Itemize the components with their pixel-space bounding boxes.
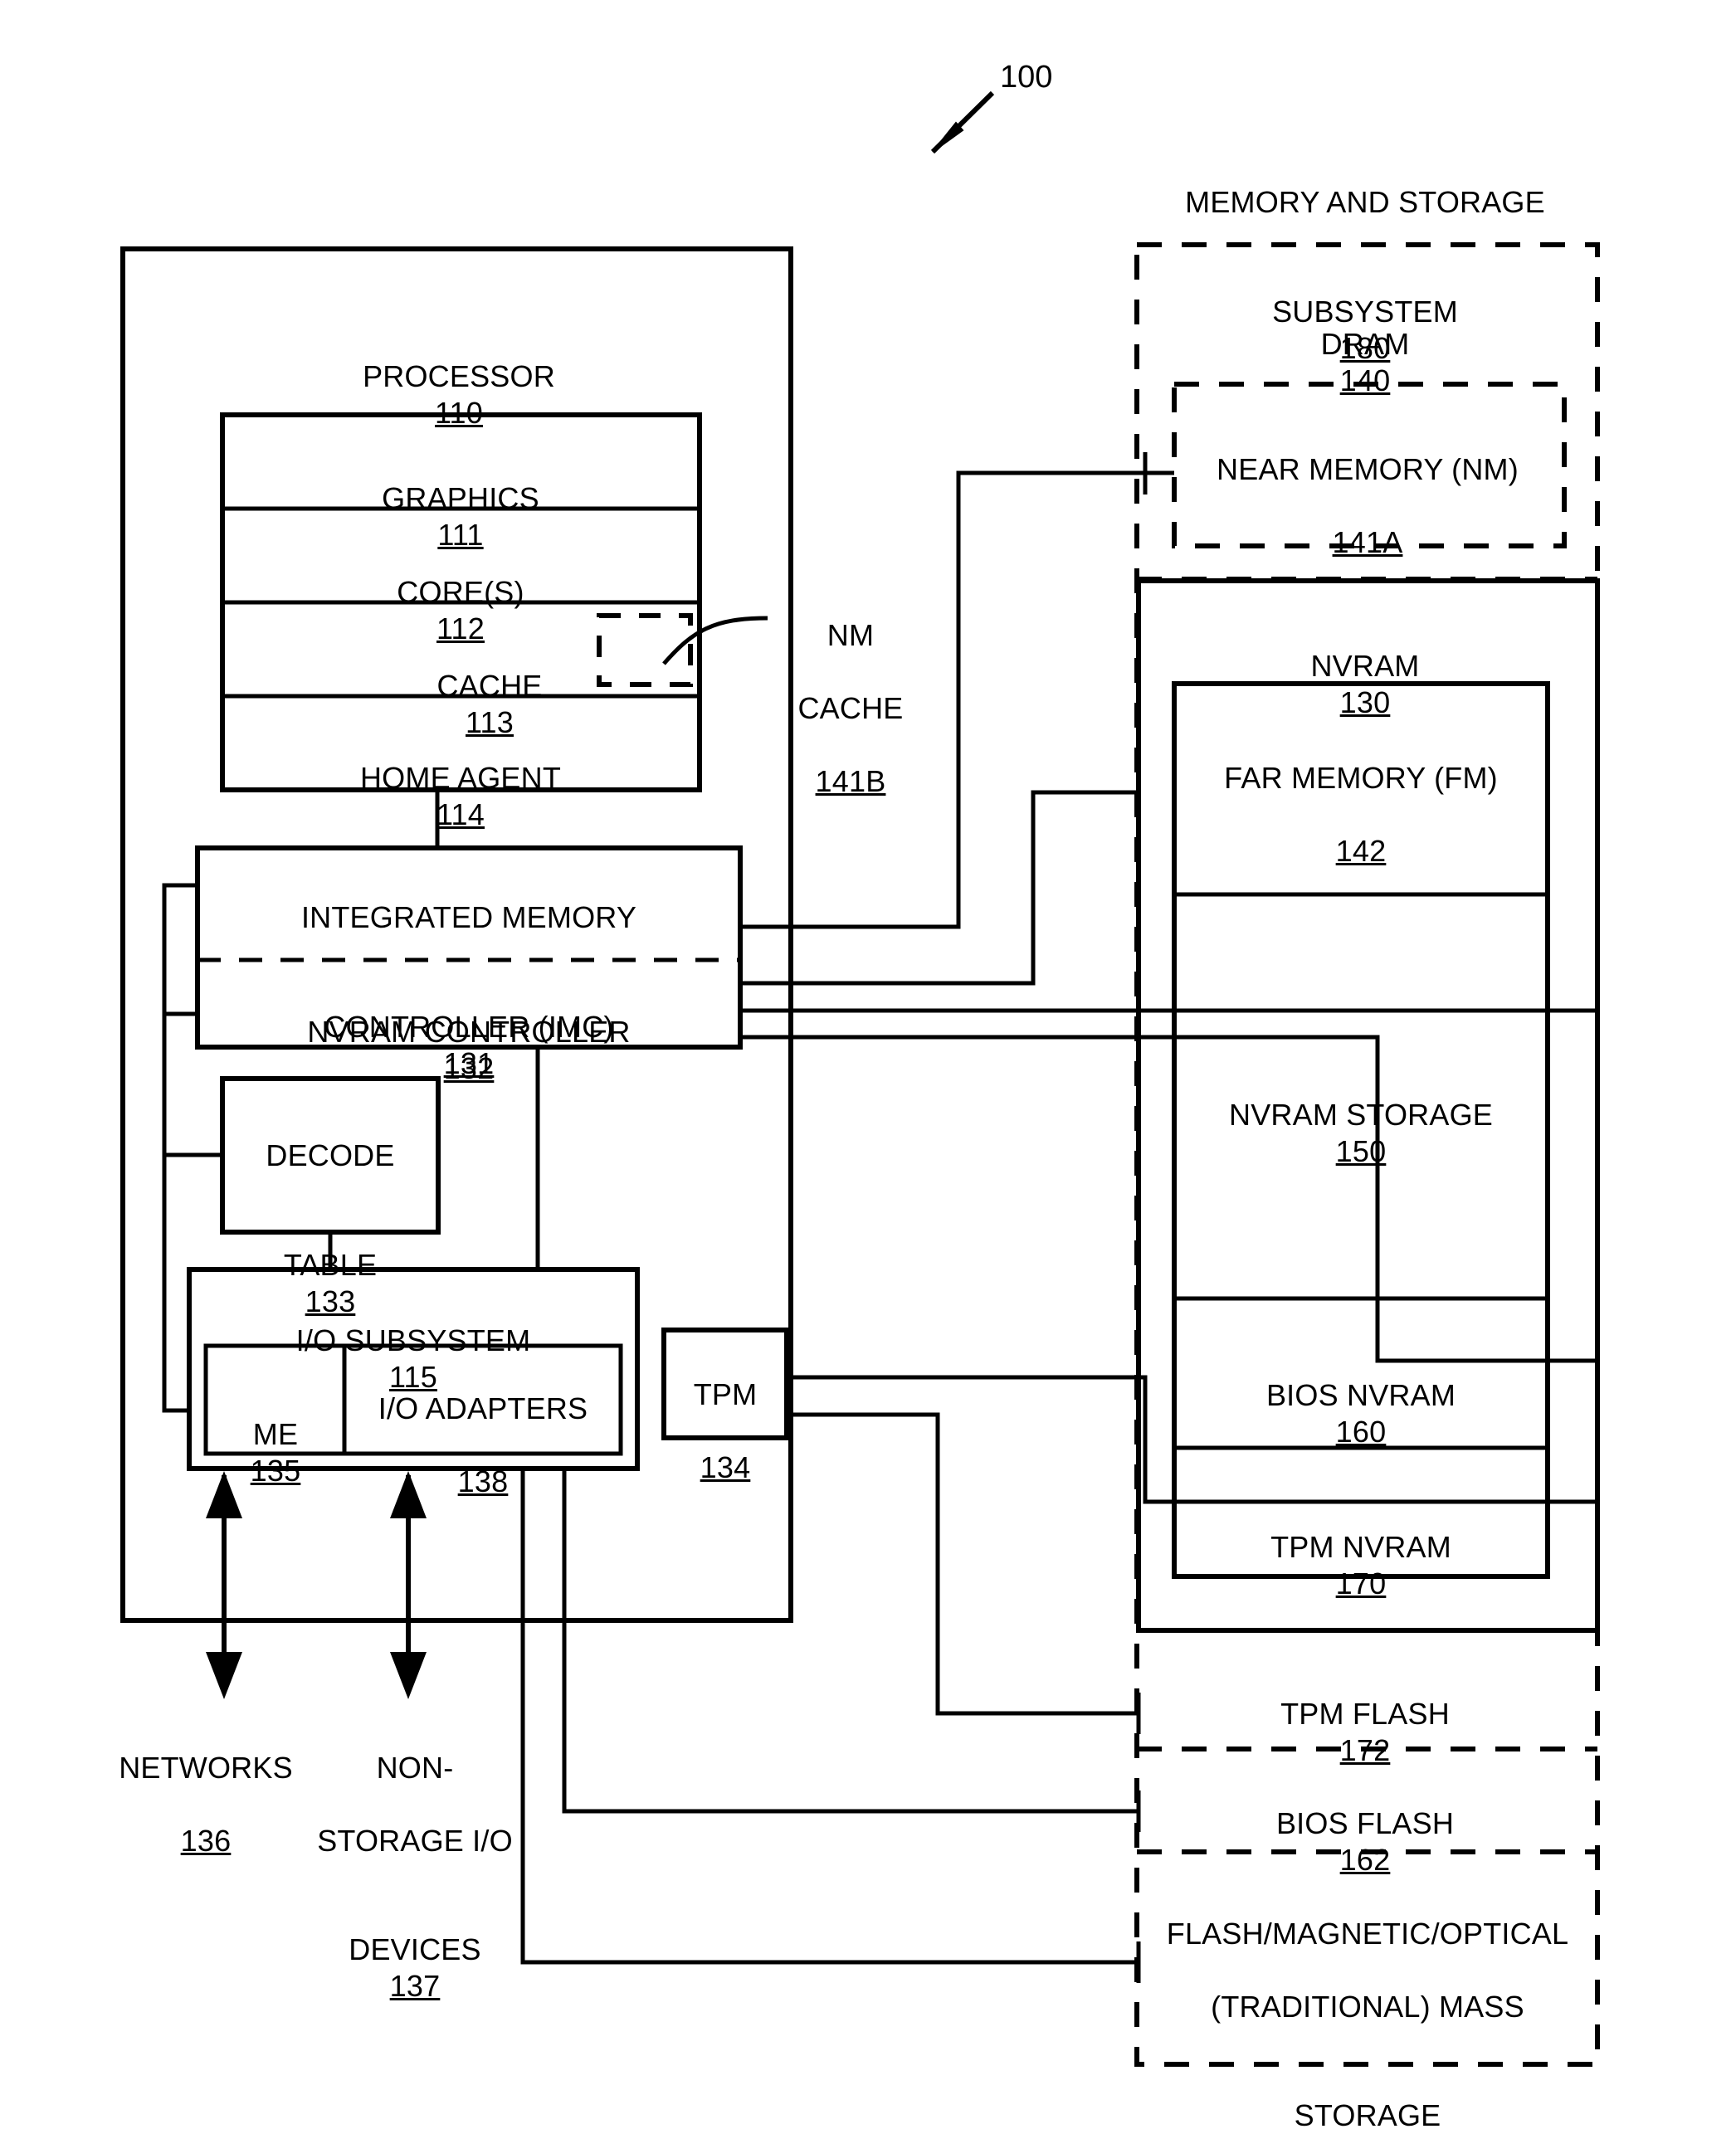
patent-figure-canvas: 100 MEMORY AND STORAGE SUBSYSTEM 180 PRO… (0, 0, 1736, 2129)
block-nvram-storage-text: NVRAM STORAGE (1229, 1097, 1493, 1132)
label-non-storage-io-ref: 137 (389, 1969, 441, 2004)
block-home-agent: HOME AGENT 114 (228, 723, 693, 833)
block-far-memory-line1: FAR MEMORY (FM) (1224, 760, 1498, 795)
figure-number: 100 (1000, 60, 1053, 95)
block-nvram-storage: NVRAM STORAGE 150 (1162, 1060, 1560, 1170)
block-home-agent-ref: 114 (436, 797, 485, 831)
block-nvram-storage-ref: 150 (1335, 1133, 1387, 1168)
block-tpm: TPM 134 (663, 1340, 788, 1522)
block-nvram-controller-text: NVRAM CONTROLLER (307, 1014, 631, 1049)
block-tpm-nvram: TPM NVRAM 170 (1170, 1493, 1552, 1602)
label-networks-ref: 136 (180, 1823, 232, 1858)
block-tpm-flash-text: TPM FLASH (1280, 1696, 1450, 1731)
left-internal-bus (162, 883, 197, 1413)
block-nvram-ref: 130 (1339, 684, 1391, 719)
block-near-memory-line1: NEAR MEMORY (NM) (1217, 451, 1519, 486)
label-non-storage-io-line1: NON- (376, 1750, 454, 1785)
block-cores: CORE(S) 112 (237, 538, 685, 647)
block-home-agent-text: HOME AGENT (359, 760, 562, 795)
block-graphics: GRAPHICS 111 (237, 444, 685, 553)
link-tpm-to-tpm-flash (787, 1412, 1139, 1716)
block-decode-table-line1: DECODE (266, 1138, 395, 1172)
subsystem-title-line1: MEMORY AND STORAGE (1185, 184, 1545, 219)
processor-title-text: PROCESSOR (363, 358, 555, 393)
block-tpm-nvram-ref: 170 (1335, 1566, 1387, 1600)
block-me-ref: 135 (250, 1453, 301, 1488)
block-near-memory-ref: 141A (1332, 524, 1403, 559)
block-bios-nvram-ref: 160 (1335, 1414, 1387, 1449)
nm-cache-callout: NM CACHE 141B (755, 581, 946, 836)
block-near-memory: NEAR MEMORY (NM) 141A (1177, 415, 1558, 597)
label-non-storage-io: NON- STORAGE I/O DEVICES 137 (311, 1713, 519, 2041)
block-decode-table-line2: TABLE (283, 1247, 378, 1282)
label-networks: NETWORKS 136 (85, 1713, 326, 1896)
block-dram-text: DRAM (1320, 326, 1410, 361)
processor-title-ref: 110 (435, 395, 483, 430)
block-mass-storage-line2: (TRADITIONAL) MASS (1211, 1989, 1524, 2024)
block-nvram: NVRAM 130 (1187, 611, 1543, 721)
label-non-storage-io-line2: STORAGE I/O (317, 1823, 513, 1858)
block-tpm-flash-ref: 172 (1339, 1732, 1391, 1767)
networks-arrow-icon (206, 1471, 242, 1699)
block-far-memory: FAR MEMORY (FM) 142 (1170, 723, 1552, 906)
processor-title: PROCESSOR 110 (243, 322, 675, 431)
block-io-adapters: I/O ADAPTERS 138 (342, 1354, 624, 1537)
block-tpm-line1: TPM (693, 1376, 758, 1411)
block-nvram-controller: NVRAM CONTROLLER 132 (195, 977, 743, 1087)
block-mass-storage-line1: FLASH/MAGNETIC/OPTICAL (1166, 1916, 1569, 1951)
label-networks-line1: NETWORKS (119, 1750, 293, 1785)
block-mass-storage: FLASH/MAGNETIC/OPTICAL (TRADITIONAL) MAS… (1144, 1879, 1592, 2129)
block-tpm-nvram-text: TPM NVRAM (1270, 1529, 1451, 1564)
label-non-storage-io-line3: DEVICES (349, 1932, 481, 1967)
block-tpm-ref: 134 (700, 1449, 751, 1484)
block-tpm-flash: TPM FLASH 172 (1187, 1659, 1543, 1769)
nm-cache-ref: 141B (815, 763, 886, 798)
nm-cache-line1: NM (827, 617, 875, 652)
block-me: ME 135 (205, 1380, 346, 1489)
block-me-text: ME (252, 1416, 299, 1451)
block-bios-nvram: BIOS NVRAM 160 (1170, 1341, 1552, 1450)
block-imc-line1: INTEGRATED MEMORY (300, 899, 637, 934)
link-io-to-bios-flash (562, 1469, 1139, 1814)
block-dram-ref: 140 (1339, 363, 1391, 397)
block-cache-text: CACHE (436, 668, 543, 703)
block-nvram-text: NVRAM (1310, 648, 1420, 683)
block-io-adapters-line1: I/O ADAPTERS (378, 1391, 588, 1425)
nm-cache-line2: CACHE (797, 690, 904, 725)
block-bios-nvram-text: BIOS NVRAM (1265, 1377, 1456, 1412)
block-dram: DRAM 140 (1187, 290, 1543, 399)
block-io-subsystem-text: I/O SUBSYSTEM (295, 1323, 531, 1357)
block-nvram-controller-ref: 132 (443, 1050, 495, 1085)
block-io-adapters-ref: 138 (457, 1464, 509, 1498)
figure-arrow-icon (930, 90, 995, 154)
block-cores-text: CORE(S) (397, 574, 524, 609)
block-mass-storage-line3: STORAGE (1294, 2098, 1441, 2129)
block-bios-flash-text: BIOS FLASH (1275, 1805, 1455, 1840)
block-bios-flash: BIOS FLASH 162 (1187, 1769, 1543, 1878)
block-far-memory-ref: 142 (1335, 833, 1387, 868)
block-graphics-text: GRAPHICS (382, 480, 539, 515)
block-bios-flash-ref: 162 (1339, 1842, 1391, 1877)
